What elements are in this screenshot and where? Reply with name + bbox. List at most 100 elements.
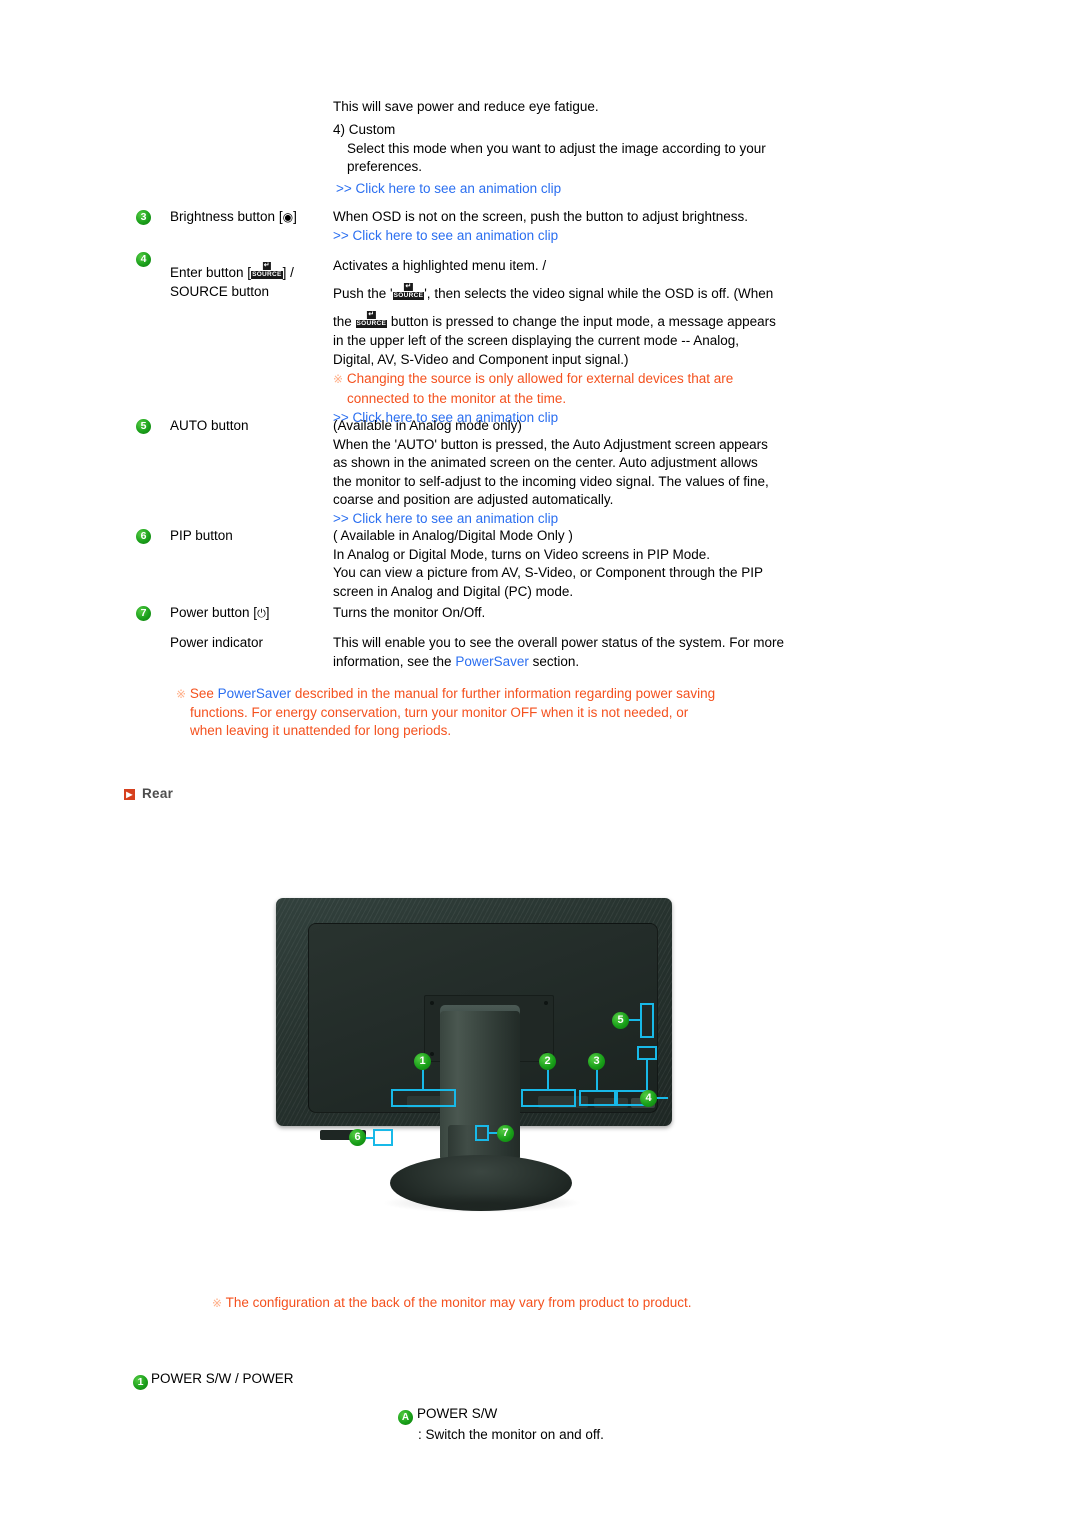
power-indicator-line1: This will enable you to see the overall … bbox=[333, 635, 784, 650]
power-indicator-label: Power indicator bbox=[170, 635, 264, 650]
callout-number-5: 5 bbox=[612, 1012, 629, 1029]
source-notice: ※ Changing the source is only allowed fo… bbox=[333, 369, 863, 389]
pip-desc-line3: You can view a picture from AV, S-Video,… bbox=[333, 565, 764, 580]
callout-box-7 bbox=[475, 1125, 489, 1141]
power-sw-sub-title-row: A POWER S/W bbox=[398, 1404, 604, 1425]
brightness-icon: ◉ bbox=[282, 210, 294, 224]
callout-number-2: 2 bbox=[539, 1053, 556, 1070]
enter-desc-line1: Activates a highlighted menu item. / bbox=[333, 258, 547, 273]
enter-arrow-icon-2: ↵ bbox=[404, 283, 413, 291]
power-label-close: ] bbox=[265, 605, 270, 620]
power-sw-section-title: 1 POWER S/W / POWER bbox=[133, 1371, 294, 1390]
row-bullet-3: 3 bbox=[136, 210, 151, 225]
powersaver-link-notice[interactable]: PowerSaver bbox=[218, 686, 292, 701]
animation-clip-link-brightness[interactable]: >> Click here to see an animation clip bbox=[333, 228, 558, 243]
enter-label-text: Enter button [ bbox=[170, 265, 252, 280]
custom-mode-desc-line1: Select this mode when you want to adjust… bbox=[347, 140, 766, 156]
enter-source-description: Activates a highlighted menu item. / Pus… bbox=[333, 256, 863, 427]
callout-number-6: 6 bbox=[349, 1129, 366, 1146]
power-indicator-line2a: information, see the bbox=[333, 653, 456, 669]
power-indicator-description: This will enable you to see the overall … bbox=[333, 634, 873, 671]
power-sw-detail: A POWER S/W : Switch the monitor on and o… bbox=[398, 1404, 604, 1444]
powersaver-notice-line3: when leaving it unattended for long peri… bbox=[190, 723, 452, 738]
enter-desc-line3: the ↵ SOURCE button is pressed to change … bbox=[333, 311, 863, 331]
source-notice-line1: Changing the source is only allowed for … bbox=[346, 371, 734, 386]
power-button-description: Turns the monitor On/Off. bbox=[333, 605, 486, 620]
callout-number-7: 7 bbox=[497, 1125, 514, 1142]
enter-desc-line2b: ', then selects the video signal while t… bbox=[424, 286, 774, 301]
auto-desc-line2: When the 'AUTO' button is pressed, the A… bbox=[333, 436, 768, 452]
notice-mark-icon-3: ※ bbox=[212, 1296, 223, 1310]
power-sw-bullet: 1 bbox=[133, 1375, 148, 1390]
spec-row-auto: 5 AUTO button (Available in Analog mode … bbox=[0, 417, 1080, 527]
spec-row-brightness: 3 Brightness button [◉] When OSD is not … bbox=[0, 208, 1080, 254]
pip-button-label: PIP button bbox=[170, 528, 233, 543]
power-sw-letter-bullet: A bbox=[398, 1410, 413, 1425]
notice-mark-icon-2: ※ bbox=[176, 687, 187, 701]
callout-box-1 bbox=[391, 1089, 456, 1107]
enter-desc-line2a: Push the ' bbox=[333, 286, 393, 301]
power-button-label: Power button [⏻] bbox=[170, 604, 330, 624]
auto-button-label: AUTO button bbox=[170, 418, 249, 433]
power-indicator-line2b: section. bbox=[528, 653, 580, 669]
enter-label-close: ] / bbox=[282, 265, 294, 280]
rear-section-heading: ▶ Rear bbox=[124, 786, 173, 801]
brightness-description: When OSD is not on the screen, push the … bbox=[333, 208, 873, 245]
enter-desc-line2: Push the ' ↵ SOURCE', then selects the vid… bbox=[333, 283, 863, 303]
auto-description: (Available in Analog mode only) When the… bbox=[333, 417, 863, 528]
brightness-label-text: Brightness button [ bbox=[170, 209, 283, 224]
configuration-note-text: The configuration at the back of the mon… bbox=[225, 1295, 692, 1310]
callout-line-5 bbox=[627, 1019, 641, 1021]
row-bullet-4: 4 bbox=[136, 252, 151, 267]
auto-desc-line3: as shown in the animated screen on the c… bbox=[333, 455, 758, 470]
auto-desc-line4: the monitor to self-adjust to the incomi… bbox=[333, 473, 769, 489]
powersaver-link-inline[interactable]: PowerSaver bbox=[455, 654, 529, 669]
source-key-icon: ↵ SOURCE bbox=[251, 262, 283, 279]
enter-arrow-icon: ↵ bbox=[262, 262, 271, 270]
animation-clip-link-auto[interactable]: >> Click here to see an animation clip bbox=[333, 511, 558, 526]
enter-arrow-icon-3: ↵ bbox=[367, 311, 376, 319]
animation-clip-link-custom[interactable]: >> Click here to see an animation clip bbox=[336, 181, 561, 196]
pip-desc-line4: screen in Analog and Digital (PC) mode. bbox=[333, 583, 574, 599]
power-label-text: Power button [ bbox=[170, 605, 258, 620]
vesa-screw bbox=[430, 1001, 434, 1005]
custom-mode-block: 4) Custom Select this mode when you want… bbox=[333, 121, 863, 177]
enter-source-button-label: Enter button [↵ SOURCE] / SOURCE button bbox=[170, 262, 330, 301]
callout-box-5 bbox=[640, 1003, 654, 1038]
enter-desc-line3a: the bbox=[333, 314, 352, 329]
spec-row-power: 7 Power button [⏻] Turns the monitor On/… bbox=[0, 604, 1080, 674]
pip-desc-line2: In Analog or Digital Mode, turns on Vide… bbox=[333, 546, 710, 562]
callout-box-2 bbox=[521, 1089, 576, 1107]
enter-desc-line3b: button is pressed to change the input mo… bbox=[390, 314, 776, 329]
callout-number-3: 3 bbox=[588, 1053, 605, 1070]
source-key-text-2: SOURCE bbox=[393, 292, 424, 299]
configuration-note: ※ The configuration at the back of the m… bbox=[212, 1295, 692, 1310]
auto-desc-line1: (Available in Analog mode only) bbox=[333, 418, 522, 433]
callout-box-3 bbox=[579, 1090, 616, 1106]
source-key-icon-inline-2: ↵ SOURCE bbox=[355, 311, 388, 328]
intro-line1: This will save power and reduce eye fati… bbox=[333, 99, 599, 114]
power-icon: ⏻ bbox=[257, 608, 266, 620]
source-notice-line2: connected to the monitor at the time. bbox=[347, 391, 567, 406]
source-key-text-3: SOURCE bbox=[356, 320, 387, 327]
callout-number-1: 1 bbox=[414, 1053, 431, 1070]
callout-line-1 bbox=[422, 1069, 424, 1091]
intro-block: This will save power and reduce eye fati… bbox=[333, 98, 853, 117]
brightness-desc-text: When OSD is not on the screen, push the … bbox=[333, 209, 748, 224]
power-sw-title-text: POWER S/W / POWER bbox=[151, 1371, 294, 1386]
custom-mode-desc-line2: preferences. bbox=[347, 159, 423, 174]
row-bullet-7: 7 bbox=[136, 606, 151, 621]
custom-mode-label: 4) Custom bbox=[333, 122, 396, 137]
pip-description: ( Available in Analog/Digital Mode Only … bbox=[333, 527, 863, 601]
rear-marker-icon: ▶ bbox=[124, 789, 135, 800]
monitor-drop-shadow bbox=[382, 1193, 582, 1213]
powersaver-notice-part2: described in the manual for further info… bbox=[291, 686, 716, 701]
monitor-rear-image: SAMSUNG 1 2 3 4 5 6 7 bbox=[262, 893, 672, 1228]
source-button-label: SOURCE button bbox=[170, 283, 270, 299]
brightness-label-close: ] bbox=[293, 209, 297, 224]
notice-mark-icon: ※ bbox=[333, 372, 344, 386]
source-key-icon-inline-1: ↵ SOURCE bbox=[392, 283, 425, 300]
callout-number-4: 4 bbox=[640, 1090, 657, 1107]
power-indicator-line2: information, see the PowerSaver section. bbox=[333, 653, 873, 672]
enter-desc-line5: Digital, AV, S-Video and Component input… bbox=[333, 352, 629, 367]
